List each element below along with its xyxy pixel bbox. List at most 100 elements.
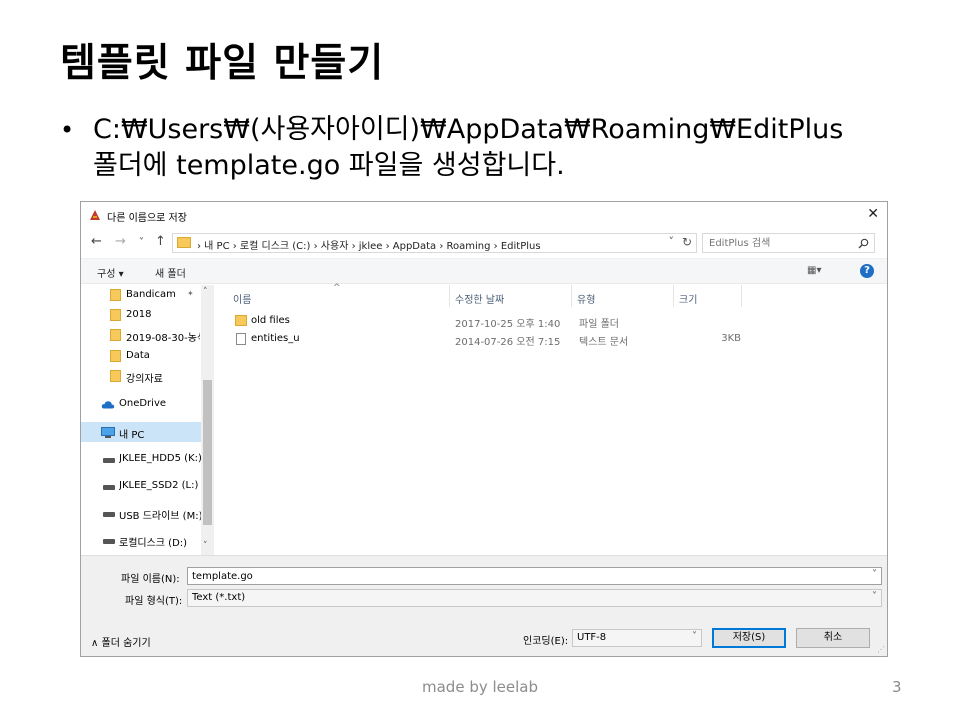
sidebar-item-ssd2[interactable]: JKLEE_SSD2 (L:) bbox=[81, 476, 201, 496]
sidebar-item-bandicam[interactable]: Bandicam ✦ bbox=[81, 285, 201, 305]
sidebar-item-local-disk-d[interactable]: 로컬디스크 (D:) bbox=[81, 530, 201, 550]
cloud-icon bbox=[101, 401, 115, 409]
bullet-text: C:₩Users₩(사용자아이디)₩AppData₩Roaming₩EditPl… bbox=[93, 112, 953, 184]
sidebar-item-label: USB 드라이브 (M:) bbox=[119, 511, 201, 522]
drive-icon bbox=[103, 458, 115, 463]
sidebar-item-onedrive[interactable]: OneDrive bbox=[81, 394, 201, 414]
column-header-size[interactable]: 크기 bbox=[679, 291, 697, 306]
computer-icon bbox=[101, 427, 115, 438]
scroll-down-icon[interactable]: ˅ bbox=[203, 541, 208, 551]
folder-icon bbox=[235, 315, 247, 326]
chevron-down-icon[interactable]: ˅ bbox=[872, 569, 877, 580]
cancel-button[interactable]: 취소 bbox=[796, 628, 870, 648]
sidebar-item-label: Data bbox=[126, 350, 150, 361]
sidebar-item-2019-08-30[interactable]: 2019-08-30-농식 bbox=[81, 325, 201, 345]
sidebar-scrollbar[interactable]: ˄ ˅ bbox=[201, 285, 214, 555]
help-icon[interactable]: ? bbox=[860, 264, 874, 278]
scroll-up-icon[interactable]: ˄ bbox=[203, 287, 208, 297]
dialog-titlebar: 다른 이름으로 저장 ✕ bbox=[81, 202, 887, 228]
text-file-icon bbox=[236, 333, 246, 345]
search-icon bbox=[858, 238, 869, 249]
filetype-value: Text (*.txt) bbox=[192, 592, 246, 603]
page-number: 3 bbox=[892, 678, 902, 696]
table-row[interactable]: old files 2017-10-25 오후 1:40 파일 폴더 bbox=[231, 312, 881, 330]
resize-grip-icon[interactable]: ⋰ bbox=[877, 645, 885, 654]
folder-icon bbox=[110, 329, 121, 341]
sidebar-item-2018[interactable]: 2018 bbox=[81, 305, 201, 325]
sidebar-item-label: JKLEE_HDD5 (K:) bbox=[119, 453, 201, 464]
sidebar-item-usb[interactable]: USB 드라이브 (M:) bbox=[81, 503, 201, 523]
column-divider[interactable] bbox=[449, 285, 450, 307]
address-dropdown-icon[interactable]: ˅ bbox=[669, 235, 675, 248]
sidebar-item-label: 로컬디스크 (D:) bbox=[119, 538, 188, 549]
file-name: old files bbox=[251, 315, 290, 326]
folder-icon bbox=[110, 350, 121, 362]
filetype-select[interactable]: Text (*.txt) ˅ bbox=[187, 589, 882, 607]
encoding-value: UTF-8 bbox=[577, 632, 607, 643]
sidebar-item-label: OneDrive bbox=[119, 398, 167, 409]
bullet-line-instruction: 폴더에 template.go 파일을 생성합니다. bbox=[93, 150, 565, 181]
scrollbar-thumb[interactable] bbox=[203, 380, 212, 525]
file-list: ^ 이름 수정한 날짜 유형 크기 old files 2017-10-25 오… bbox=[221, 283, 887, 555]
column-divider[interactable] bbox=[571, 285, 572, 307]
sidebar-item-label: 2019-08-30-농식 bbox=[126, 333, 200, 344]
bullet-line-path: C:₩Users₩(사용자아이디)₩AppData₩Roaming₩EditPl… bbox=[93, 114, 844, 145]
sidebar-item-label: 강의자료 bbox=[126, 374, 163, 385]
table-row[interactable]: entities_u 2014-07-26 오전 7:15 텍스트 문서 3KB bbox=[231, 330, 881, 348]
filename-combobox[interactable]: ˅ bbox=[187, 567, 882, 585]
pin-icon: ✦ bbox=[187, 289, 194, 298]
close-icon[interactable]: ✕ bbox=[867, 206, 879, 222]
new-folder-button[interactable]: 새 폴더 bbox=[155, 265, 186, 280]
file-date: 2017-10-25 오후 1:40 bbox=[455, 319, 561, 330]
forward-arrow-icon[interactable]: → bbox=[115, 234, 126, 249]
column-divider[interactable] bbox=[741, 285, 742, 307]
encoding-select[interactable]: UTF-8 ˅ bbox=[572, 629, 702, 647]
save-as-dialog: 다른 이름으로 저장 ✕ ← → ˅ ↑ › 내 PC › 로컬 디스크 (C:… bbox=[80, 201, 888, 657]
sidebar-item-label: 2018 bbox=[126, 309, 152, 320]
file-type: 파일 폴더 bbox=[579, 319, 619, 330]
chevron-down-icon[interactable]: ˅ bbox=[872, 591, 877, 602]
folder-icon bbox=[177, 237, 191, 248]
hide-folders-toggle[interactable]: ∧ 폴더 숨기기 bbox=[91, 634, 151, 649]
chevron-down-icon[interactable]: ˅ bbox=[692, 631, 697, 642]
filename-input[interactable] bbox=[188, 568, 858, 584]
dialog-title: 다른 이름으로 저장 bbox=[107, 213, 187, 224]
up-arrow-icon[interactable]: ↑ bbox=[155, 234, 166, 249]
navigation-bar: ← → ˅ ↑ › 내 PC › 로컬 디스크 (C:) › 사용자 › jkl… bbox=[81, 230, 887, 256]
encoding-label: 인코딩(E): bbox=[523, 636, 569, 647]
filename-label: 파일 이름(N): bbox=[121, 574, 180, 585]
refresh-icon[interactable]: ↻ bbox=[682, 235, 692, 249]
organize-button[interactable]: 구성 ▾ bbox=[97, 265, 124, 280]
view-options-button[interactable]: ▦▾ bbox=[807, 265, 821, 276]
search-box[interactable] bbox=[702, 233, 875, 253]
bullet-dot: • bbox=[60, 116, 75, 144]
navigation-pane: Bandicam ✦ 2018 2019-08-30-농식 Data 강의자료 … bbox=[81, 285, 214, 555]
sidebar-item-this-pc[interactable]: 내 PC bbox=[81, 422, 201, 442]
column-header-type[interactable]: 유형 bbox=[577, 291, 595, 306]
recent-locations-icon[interactable]: ˅ bbox=[139, 237, 144, 248]
folder-icon bbox=[110, 370, 121, 382]
filetype-label: 파일 형식(T): bbox=[125, 596, 183, 607]
drive-icon bbox=[103, 512, 115, 517]
file-size: 3KB bbox=[721, 333, 741, 344]
back-arrow-icon[interactable]: ← bbox=[91, 234, 102, 249]
save-button[interactable]: 저장(S) bbox=[712, 628, 786, 648]
sidebar-item-label: Bandicam bbox=[126, 289, 176, 300]
sidebar-item-data[interactable]: Data bbox=[81, 346, 201, 366]
column-header-date[interactable]: 수정한 날짜 bbox=[455, 291, 504, 306]
sidebar-item-hdd5[interactable]: JKLEE_HDD5 (K:) bbox=[81, 449, 201, 469]
slide-footer: made by leelab bbox=[422, 678, 538, 696]
save-options-panel: 파일 이름(N): ˅ 파일 형식(T): Text (*.txt) ˅ ∧ 폴… bbox=[81, 555, 887, 656]
file-date: 2014-07-26 오전 7:15 bbox=[455, 337, 561, 348]
sidebar-item-lecture-materials[interactable]: 강의자료 bbox=[81, 366, 201, 386]
sidebar-item-label: JKLEE_SSD2 (L:) bbox=[119, 480, 199, 491]
slide-title: 템플릿 파일 만들기 bbox=[60, 41, 385, 86]
column-divider[interactable] bbox=[673, 285, 674, 307]
folder-icon bbox=[110, 289, 121, 301]
search-input[interactable] bbox=[703, 234, 853, 252]
column-header-name[interactable]: 이름 bbox=[233, 291, 251, 306]
address-bar[interactable]: › 내 PC › 로컬 디스크 (C:) › 사용자 › jklee › App… bbox=[172, 233, 697, 253]
sort-ascending-icon: ^ bbox=[333, 283, 341, 293]
breadcrumb[interactable]: › 내 PC › 로컬 디스크 (C:) › 사용자 › jklee › App… bbox=[197, 237, 541, 252]
sidebar-item-label: 내 PC bbox=[119, 430, 145, 441]
